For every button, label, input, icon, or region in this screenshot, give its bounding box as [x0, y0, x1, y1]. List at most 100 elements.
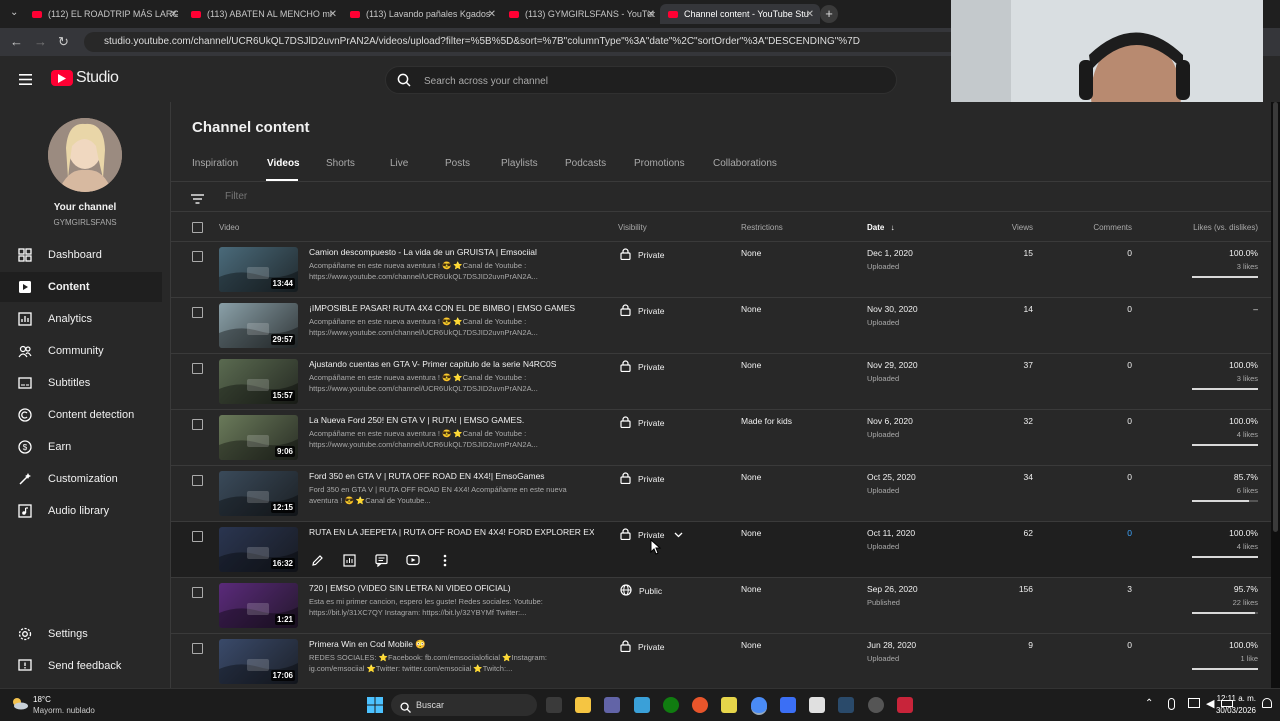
close-tab-icon[interactable]: ✕ — [806, 9, 814, 20]
select-all-checkbox[interactable] — [192, 222, 203, 233]
hamburger-menu-icon[interactable] — [19, 72, 32, 85]
app-icon-photos[interactable] — [634, 697, 650, 713]
reload-icon[interactable]: ↻ — [58, 34, 69, 50]
taskbar-search[interactable]: Buscar — [391, 694, 537, 716]
video-thumbnail[interactable]: 13:44 — [219, 247, 298, 292]
file-explorer-icon[interactable] — [575, 697, 591, 713]
app-icon-widgets[interactable] — [546, 697, 562, 713]
comment-count[interactable]: 0 — [1127, 528, 1132, 538]
close-tab-icon[interactable]: ✕ — [329, 9, 337, 20]
tab-posts[interactable]: Posts — [445, 158, 470, 169]
video-row[interactable]: 16:32 RUTA EN LA JEEPETA | RUTA OFF ROAD … — [171, 521, 1271, 578]
visibility-cell[interactable]: Private — [620, 304, 664, 318]
video-thumbnail[interactable]: 9:06 — [219, 415, 298, 460]
visibility-cell[interactable]: Private — [620, 640, 664, 654]
tab-live[interactable]: Live — [390, 158, 408, 169]
tab-playlists[interactable]: Playlists — [501, 158, 538, 169]
url-field[interactable]: studio.youtube.com/channel/UCR6UkQL7DSJl… — [84, 32, 964, 52]
sidebar-item-analytics[interactable]: Analytics — [0, 304, 162, 334]
row-checkbox[interactable] — [192, 363, 203, 374]
visibility-cell[interactable]: Private — [620, 472, 664, 486]
tab-shorts[interactable]: Shorts — [326, 158, 355, 169]
column-header-date[interactable]: Date ↓ — [867, 223, 895, 232]
sidebar-item-community[interactable]: Community — [0, 336, 162, 366]
weather-icon[interactable] — [10, 696, 28, 710]
video-row[interactable]: 29:57 ¡IMPOSIBLE PASAR! RUTA 4X4 CON EL D… — [171, 297, 1271, 354]
notification-bell-icon[interactable] — [1262, 698, 1272, 708]
edit-pencil-icon[interactable] — [309, 552, 325, 568]
chrome-icon[interactable] — [751, 697, 767, 715]
video-row[interactable]: 9:06 La Nueva Ford 250! EN GTA V | RUTA! … — [171, 409, 1271, 466]
back-arrow-icon[interactable]: ← — [10, 34, 23, 49]
clock-date[interactable]: 30/03/2026 — [1216, 706, 1256, 715]
tab-collaborations[interactable]: Collaborations — [713, 158, 777, 169]
close-tab-icon[interactable]: ✕ — [647, 9, 655, 20]
sidebar-item-content[interactable]: Content — [0, 272, 162, 302]
tab-inspiration[interactable]: Inspiration — [192, 158, 238, 169]
new-tab-icon[interactable]: + — [820, 5, 838, 23]
app-icon-white[interactable] — [809, 697, 825, 713]
scrollbar[interactable] — [1273, 102, 1278, 532]
forward-arrow-icon[interactable]: → — [34, 34, 47, 49]
video-row[interactable]: 1:21 720 | EMSO (VIDEO SIN LETRA NI VIDEO… — [171, 577, 1271, 634]
sidebar-item-earn[interactable]: $ Earn — [0, 432, 162, 462]
video-title[interactable]: 720 | EMSO (VIDEO SIN LETRA NI VIDEO OFI… — [309, 583, 511, 593]
video-row[interactable]: 12:15 Ford 350 en GTA V | RUTA OFF ROAD E… — [171, 465, 1271, 522]
video-thumbnail[interactable]: 15:57 — [219, 359, 298, 404]
browser-tab[interactable]: (113) ABATEN AL MENCHO mi ✕ — [191, 4, 337, 24]
video-title[interactable]: Primera Win en Cod Mobile 😳 — [309, 639, 426, 650]
more-options-icon[interactable] — [437, 552, 453, 568]
youtube-view-icon[interactable] — [405, 552, 421, 568]
video-thumbnail[interactable]: 29:57 — [219, 303, 298, 348]
browser-tab[interactable]: (112) EL ROADTRIP MÁS LARGO ✕ — [32, 4, 178, 24]
xbox-icon[interactable] — [663, 697, 679, 713]
search-box[interactable] — [385, 66, 897, 94]
search-input[interactable] — [422, 71, 866, 91]
video-title[interactable]: La Nueva Ford 250! EN GTA V | RUTA! | EM… — [309, 415, 524, 425]
windows-start-icon[interactable] — [367, 697, 383, 718]
video-thumbnail[interactable]: 12:15 — [219, 471, 298, 516]
video-title[interactable]: ¡IMPOSIBLE PASAR! RUTA 4X4 CON EL DE BIM… — [309, 303, 575, 313]
row-checkbox[interactable] — [192, 251, 203, 262]
sidebar-item-settings[interactable]: Settings — [0, 619, 162, 649]
app-icon-orange[interactable] — [692, 697, 708, 713]
sidebar-item-audio-library[interactable]: Audio library — [0, 496, 162, 526]
teams-icon[interactable] — [604, 697, 620, 713]
network-icon[interactable] — [1188, 698, 1200, 708]
app-icon-blue[interactable] — [780, 697, 796, 713]
row-checkbox[interactable] — [192, 475, 203, 486]
filter-input[interactable] — [223, 188, 627, 204]
visibility-cell[interactable]: Private — [620, 248, 664, 262]
close-tab-icon[interactable]: ✕ — [170, 9, 178, 20]
sidebar-item-dashboard[interactable]: Dashboard — [0, 240, 162, 270]
video-title[interactable]: Ajustando cuentas en GTA V- Primer capit… — [309, 359, 556, 369]
video-title[interactable]: Ford 350 en GTA V | RUTA OFF ROAD EN 4X4… — [309, 471, 545, 481]
tab-videos[interactable]: Videos — [267, 158, 300, 169]
video-row[interactable]: 13:44 Camion descompuesto - La vida de un… — [171, 241, 1271, 298]
browser-tab[interactable]: (113) GYMGIRLSFANS - YouTub ✕ — [509, 4, 655, 24]
sidebar-item-customization[interactable]: Customization — [0, 464, 162, 494]
browser-tab-active[interactable]: Channel content - YouTube Stu ✕ — [660, 4, 820, 24]
analytics-icon[interactable] — [341, 552, 357, 568]
visibility-cell[interactable]: Public — [620, 584, 662, 598]
visibility-cell[interactable]: Private — [620, 416, 664, 430]
filter-icon[interactable] — [191, 191, 204, 209]
row-checkbox[interactable] — [192, 307, 203, 318]
video-thumbnail[interactable]: 16:32 — [219, 527, 298, 572]
row-checkbox[interactable] — [192, 419, 203, 430]
tab-list-chevron-icon[interactable]: ⌄ — [10, 7, 18, 18]
close-tab-icon[interactable]: ✕ — [488, 9, 496, 20]
row-checkbox[interactable] — [192, 587, 203, 598]
video-row[interactable]: 15:57 Ajustando cuentas en GTA V- Primer … — [171, 353, 1271, 410]
clock-time[interactable]: 12:11 a. m. — [1217, 694, 1256, 703]
row-checkbox[interactable] — [192, 643, 203, 654]
app-icon-yellow[interactable] — [721, 697, 737, 713]
video-thumbnail[interactable]: 17:06 — [219, 639, 298, 684]
video-title[interactable]: RUTA EN LA JEEPETA | RUTA OFF ROAD EN 4X… — [309, 527, 594, 537]
comments-icon[interactable] — [373, 552, 389, 568]
studio-logo[interactable]: Studio — [51, 69, 119, 87]
tray-chevron-icon[interactable]: ⌃ — [1145, 698, 1153, 709]
app-icon-red[interactable] — [897, 697, 913, 713]
video-row[interactable]: 17:06 Primera Win en Cod Mobile 😳 REDES SO… — [171, 633, 1271, 688]
microphone-icon[interactable] — [1168, 698, 1175, 710]
